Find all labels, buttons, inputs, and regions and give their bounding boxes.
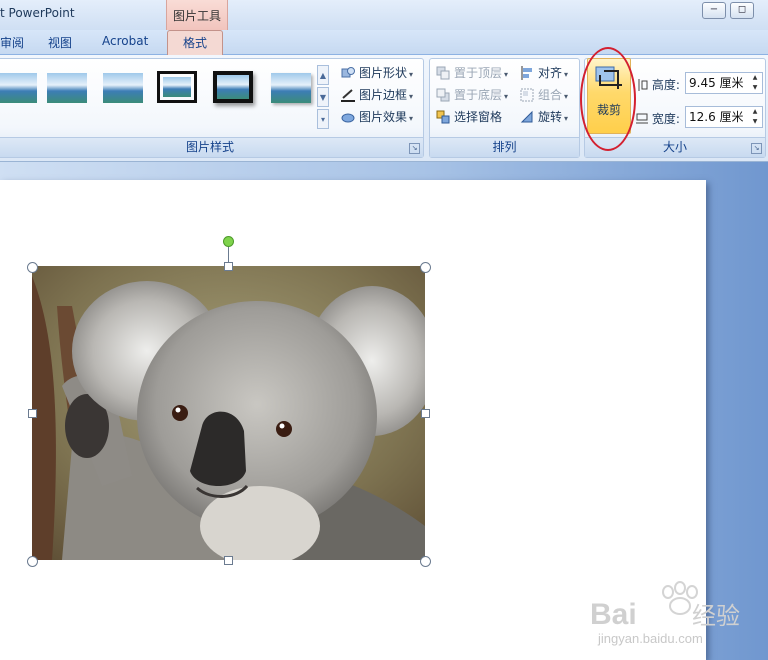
send-to-back-icon (436, 88, 450, 102)
width-spinner[interactable]: ▲ ▼ (749, 107, 761, 127)
resize-handle-right[interactable] (421, 409, 430, 418)
tab-review[interactable]: 审阅 (0, 34, 24, 51)
picture-effects-button[interactable]: 图片效果 ▾ (341, 107, 413, 127)
width-icon (636, 113, 648, 125)
title-bar: t PowerPoint 图片工具 − ◻ (0, 0, 768, 30)
resize-handle-bottom[interactable] (224, 556, 233, 565)
height-icon (636, 79, 648, 91)
align-button[interactable]: 对齐 ▾ (520, 63, 568, 83)
bring-to-front-button[interactable]: 置于顶层 ▾ (436, 63, 508, 83)
minimize-button[interactable]: − (702, 2, 726, 19)
ribbon: ▲ ▼ ▾ 图片形状 ▾ 图片边框 ▾ 图片效果 ▾ 图片样式 ↘ 置于顶层 ▾ 置于底… (0, 55, 768, 162)
picture-styles-group-label: 图片样式 (0, 137, 423, 157)
picture-shape-button[interactable]: 图片形状 ▾ (341, 63, 413, 83)
selection-pane-icon (436, 110, 450, 124)
width-label: 宽度: (636, 110, 680, 127)
height-label: 高度: (636, 76, 680, 93)
height-spinner[interactable]: ▲ ▼ (749, 73, 761, 93)
tab-format[interactable]: 格式 (167, 30, 223, 55)
picture-styles-dialog-launcher[interactable]: ↘ (409, 143, 420, 154)
restore-button[interactable]: ◻ (730, 2, 754, 19)
align-icon (520, 66, 534, 80)
picture-tools-label: 图片工具 (172, 9, 221, 23)
width-input[interactable]: 12.6 厘米 ▲ ▼ (685, 106, 763, 128)
koala-picture[interactable] (32, 266, 425, 560)
shape-icon (341, 66, 355, 80)
gallery-more-arrow[interactable]: ▾ (317, 109, 329, 129)
effects-icon (341, 110, 355, 124)
crop-label: 裁剪 (596, 103, 621, 117)
crop-button[interactable]: 裁剪 (587, 58, 631, 134)
style-thumbnail-shadow-frame[interactable] (213, 71, 253, 103)
resize-handle-top-left[interactable] (27, 262, 38, 273)
resize-handle-left[interactable] (28, 409, 37, 418)
picture-tools-context-header: 图片工具 (166, 0, 228, 30)
send-to-back-button[interactable]: 置于底层 ▾ (436, 85, 508, 105)
resize-handle-bottom-left[interactable] (27, 556, 38, 567)
ribbon-tab-bar: 审阅 视图 Acrobat (0, 30, 768, 55)
resize-handle-top-right[interactable] (420, 262, 431, 273)
arrange-group: 置于顶层 ▾ 置于底层 ▾ 选择窗格 对齐 ▾ 组合 ▾ 旋转 ▾ 排列 (429, 58, 580, 158)
arrange-group-label: 排列 (430, 137, 579, 157)
rotate-icon (520, 110, 534, 124)
size-group-label: 大小 (585, 137, 765, 157)
style-thumbnail[interactable] (103, 73, 143, 103)
selection-pane-button[interactable]: 选择窗格 (436, 107, 502, 127)
rotation-handle[interactable] (223, 236, 234, 247)
group-button[interactable]: 组合 ▾ (520, 85, 568, 105)
crop-icon (594, 65, 624, 93)
group-icon (520, 88, 534, 102)
style-thumbnail[interactable] (271, 73, 311, 103)
gallery-down-arrow[interactable]: ▼ (317, 87, 329, 107)
tab-acrobat[interactable]: Acrobat (102, 34, 148, 48)
style-thumbnail[interactable] (47, 73, 87, 103)
picture-border-button[interactable]: 图片边框 ▾ (341, 85, 413, 105)
tab-view[interactable]: 视图 (48, 34, 72, 51)
pencil-border-icon (341, 88, 355, 102)
height-input[interactable]: 9.45 厘米 ▲ ▼ (685, 72, 763, 94)
resize-handle-top[interactable] (224, 262, 233, 271)
picture-styles-group: ▲ ▼ ▾ 图片形状 ▾ 图片边框 ▾ 图片效果 ▾ 图片样式 ↘ (0, 58, 424, 158)
size-dialog-launcher[interactable]: ↘ (751, 143, 762, 154)
window-title: t PowerPoint (0, 6, 75, 20)
gallery-up-arrow[interactable]: ▲ (317, 65, 329, 85)
style-thumbnail-black-frame[interactable] (157, 71, 197, 103)
style-thumbnail[interactable] (0, 73, 37, 103)
bring-to-front-icon (436, 66, 450, 80)
resize-handle-bottom-right[interactable] (420, 556, 431, 567)
rotate-button[interactable]: 旋转 ▾ (520, 107, 568, 127)
